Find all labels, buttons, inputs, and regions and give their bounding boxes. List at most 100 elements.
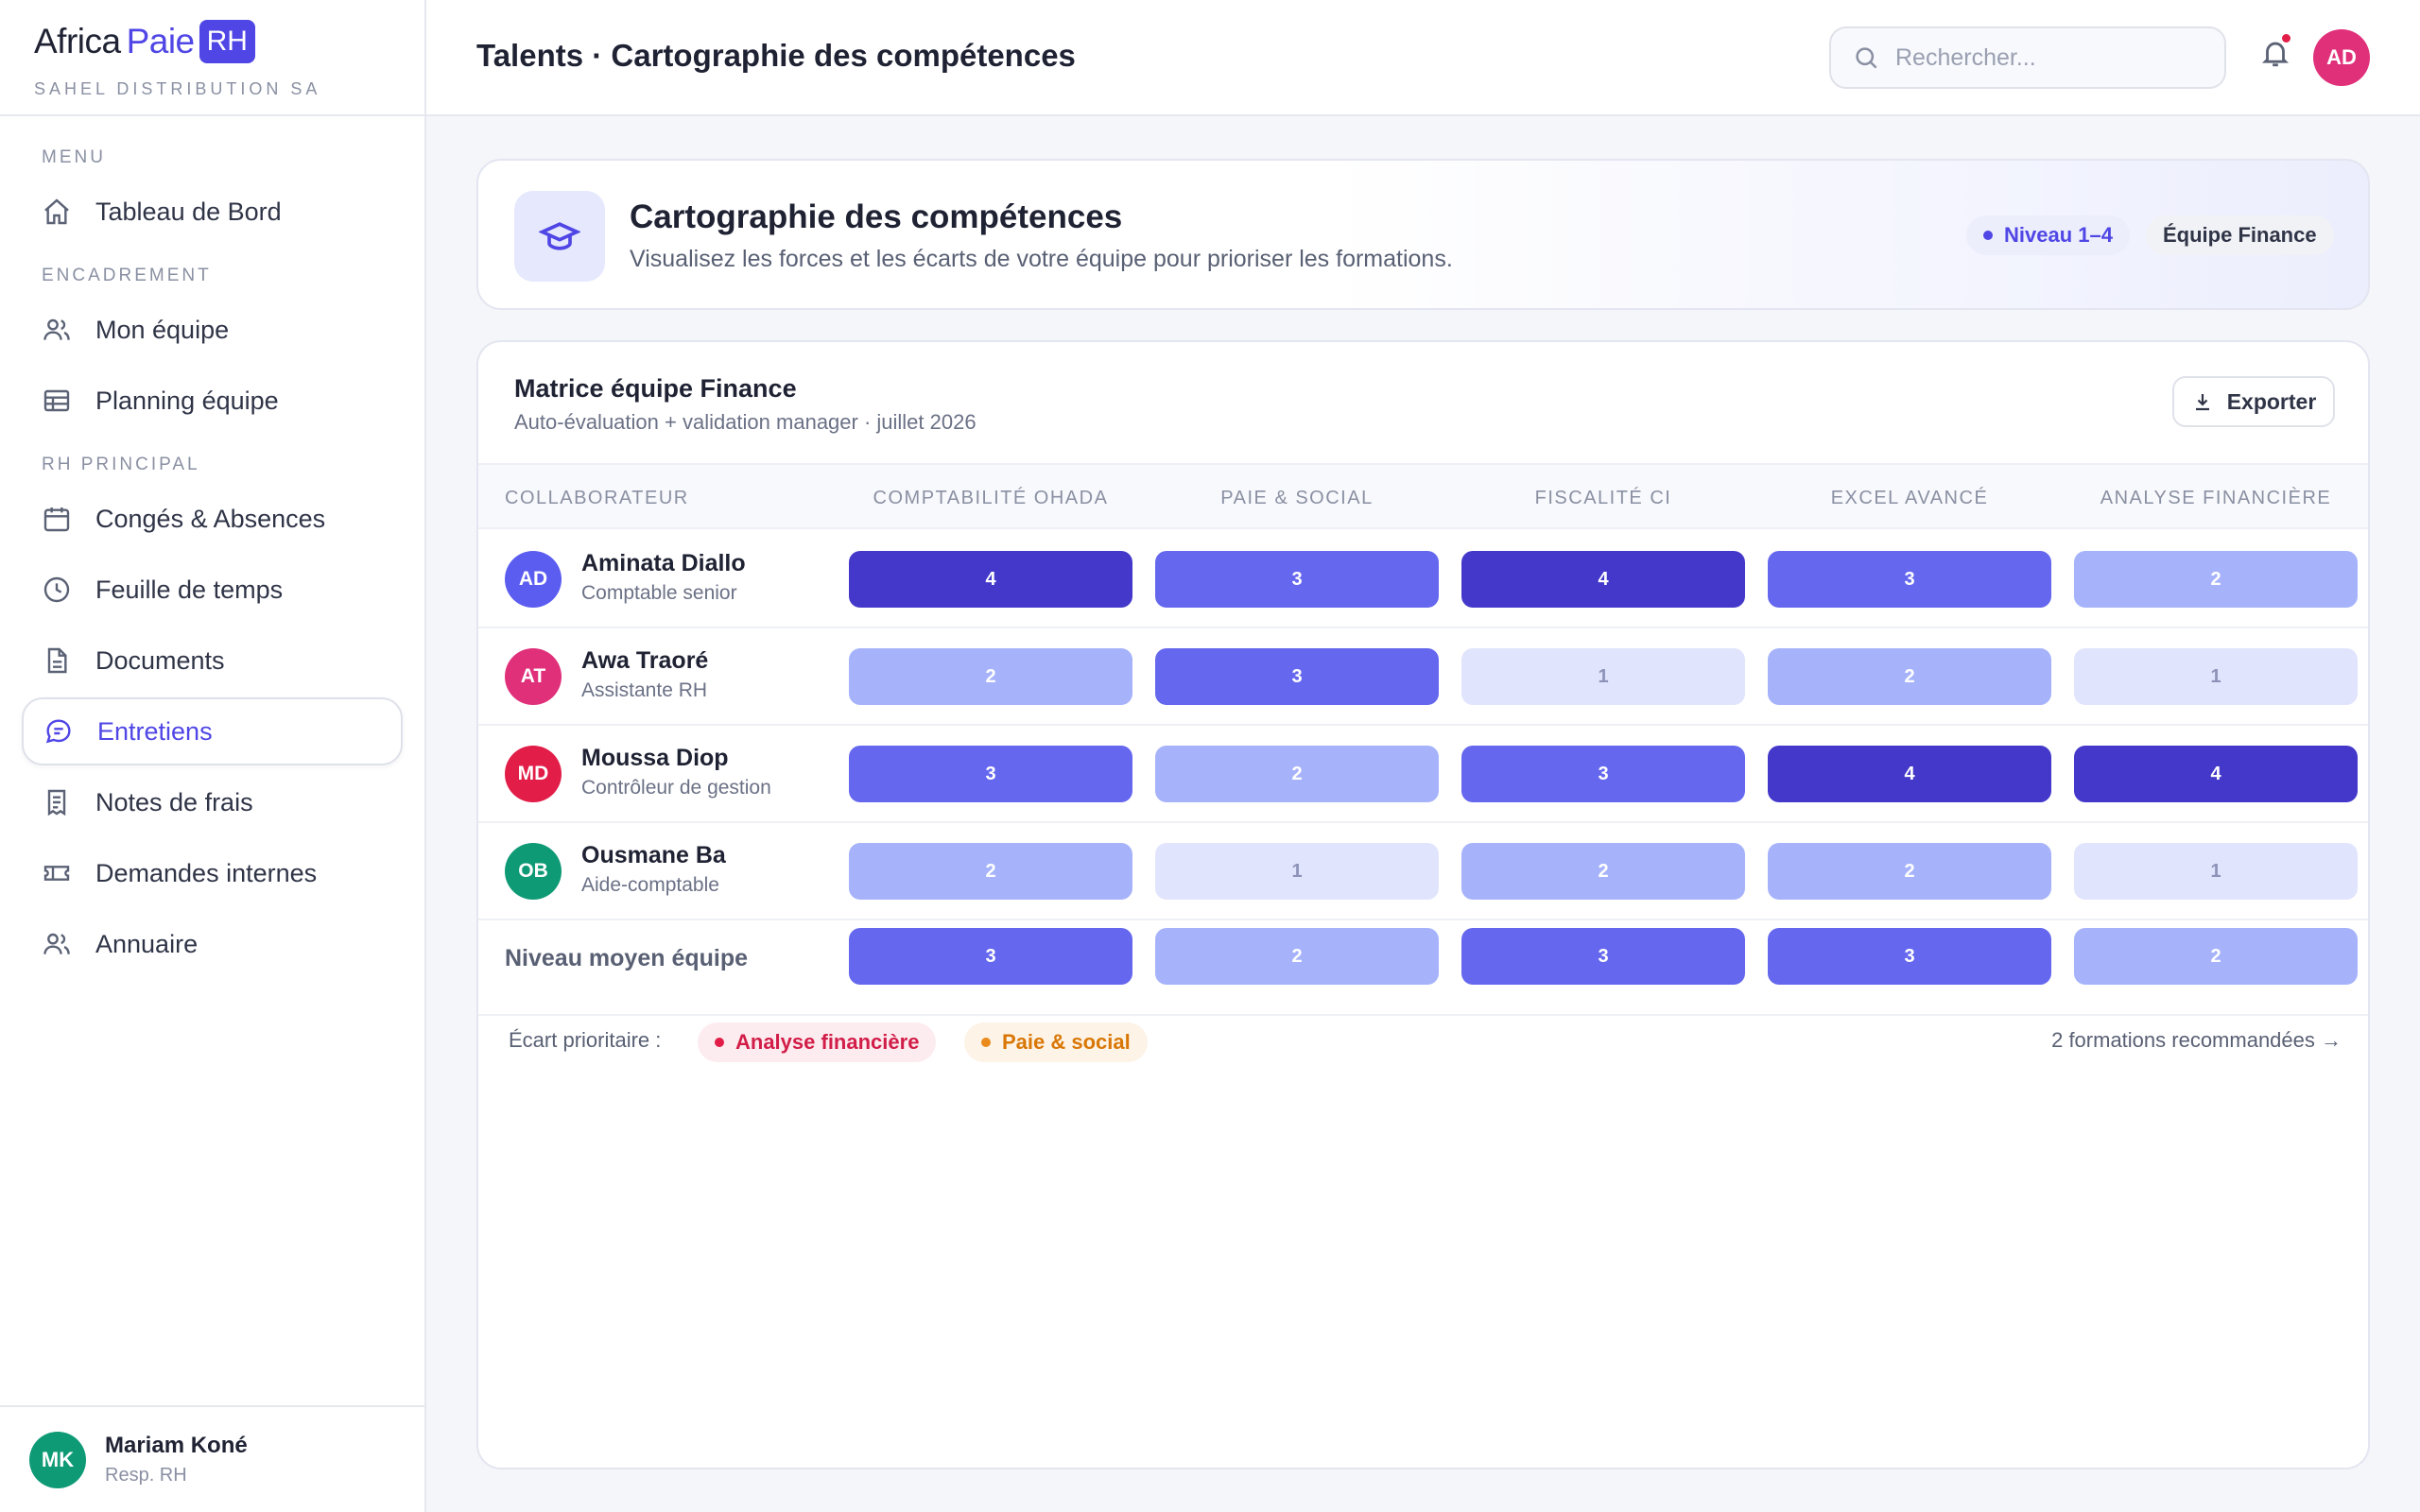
sidebar-item-label: Documents [95, 645, 225, 675]
skill-level-cell[interactable]: 2 [1155, 746, 1439, 802]
table-row[interactable]: AD Aminata Diallo Comptable senior 4 3 4 3 2 [478, 531, 2368, 628]
search-box[interactable] [1829, 26, 2226, 89]
receipt-icon [41, 786, 73, 818]
average-level-cell: 2 [2074, 928, 2358, 985]
sidebar-item-notes-de-frais[interactable]: Notes de frais [22, 768, 403, 836]
notification-button[interactable] [2255, 32, 2296, 74]
sidebar-item-tableau-de-bord[interactable]: Tableau de Bord [22, 178, 403, 246]
skill-level-cell[interactable]: 4 [1768, 746, 2051, 802]
sidebar: Africa Paie RH SAHEL DISTRIBUTION SA MEN… [0, 0, 426, 1512]
column-header[interactable]: ANALYSE FINANCIÈRE [2074, 488, 2358, 509]
sidebar-item-label: Entretiens [97, 716, 213, 746]
skill-level-cell[interactable]: 1 [1461, 648, 1745, 705]
employee-role: Comptable senior [581, 582, 737, 604]
skill-level-cell[interactable]: 3 [1768, 551, 2051, 608]
gap-label: Écart prioritaire : [509, 1028, 662, 1052]
avatar: MD [505, 746, 562, 802]
sidebar-item-annuaire[interactable]: Annuaire [22, 910, 403, 978]
matrix-header: COLLABORATEUR COMPTABILITÉ OHADA PAIE & … [478, 463, 2368, 529]
table-row[interactable]: AT Awa Traoré Assistante RH 2 3 1 2 1 [478, 628, 2368, 726]
sidebar-item-entretiens[interactable]: Entretiens [22, 697, 403, 765]
brand: Africa Paie RH SAHEL DISTRIBUTION SA [0, 0, 424, 116]
company-name: SAHEL DISTRIBUTION SA [34, 79, 321, 98]
section-title: Cartographie des compétences [630, 198, 1123, 235]
skill-level-cell[interactable]: 2 [1768, 843, 2051, 900]
home-icon [41, 196, 73, 228]
column-header[interactable]: FISCALITÉ CI [1461, 488, 1745, 509]
skill-level-cell[interactable]: 4 [2074, 746, 2358, 802]
skill-level-cell[interactable]: 2 [1768, 648, 2051, 705]
gap-chip-label: Analyse financière [735, 1030, 920, 1054]
user-meta: Mariam Koné Resp. RH [105, 1433, 248, 1486]
skill-level-cell[interactable]: 3 [849, 746, 1132, 802]
table-row[interactable]: MD Moussa Diop Contrôleur de gestion 3 2 3 4 4 [478, 726, 2368, 823]
page-title: Talents · Cartographie des compétences [476, 38, 1076, 73]
employee-role: Contrôleur de gestion [581, 777, 771, 799]
team-average-row: Niveau moyen équipe 32332 [478, 919, 2368, 1016]
column-header[interactable]: PAIE & SOCIAL [1155, 488, 1439, 509]
sidebar-item-label: Annuaire [95, 929, 199, 958]
recommended-trainings-link[interactable]: 2 formations recommandées → [2051, 1028, 2342, 1053]
skill-level-cell[interactable]: 1 [2074, 648, 2358, 705]
sidebar-item-conges-absences[interactable]: Congés & Absences [22, 485, 403, 553]
avatar[interactable]: AD [2313, 29, 2370, 86]
app-logo[interactable]: Africa Paie RH [34, 17, 424, 66]
section-subtitle: Visualisez les forces et les écarts de v… [630, 246, 1453, 272]
skills-matrix-card: Matrice équipe Finance Auto-évaluation +… [476, 340, 2370, 1469]
skill-level-cell[interactable]: 4 [849, 551, 1132, 608]
search-input[interactable] [1895, 43, 2207, 72]
graduation-cap-icon [514, 191, 605, 282]
dot-icon [1983, 231, 1993, 240]
ticket-icon [41, 857, 73, 889]
skill-level-cell[interactable]: 2 [1461, 843, 1745, 900]
logo-rh-badge: RH [199, 20, 255, 63]
current-user[interactable]: MK Mariam Koné Resp. RH [0, 1405, 424, 1512]
chat-icon [43, 715, 75, 747]
user-name: Mariam Koné [105, 1433, 248, 1458]
column-header[interactable]: EXCEL AVANCÉ [1768, 488, 2051, 509]
employee-name: Moussa Diop [581, 745, 729, 771]
skill-level-cell[interactable]: 1 [2074, 843, 2358, 900]
gap-chip-analyse-financiere[interactable]: Analyse financière [698, 1022, 937, 1062]
users-icon [41, 314, 73, 346]
nav-section-menu: MENU [42, 147, 106, 167]
sidebar-item-mon-equipe[interactable]: Mon équipe [22, 296, 403, 364]
skill-level-cell[interactable]: 2 [849, 843, 1132, 900]
skill-level-cell[interactable]: 3 [1155, 648, 1439, 705]
team-badge: Équipe Finance [2146, 215, 2334, 255]
employee-name: Aminata Diallo [581, 550, 746, 576]
sidebar-item-planning-equipe[interactable]: Planning équipe [22, 367, 403, 435]
export-button[interactable]: Exporter [2172, 376, 2335, 427]
topbar: Talents · Cartographie des compétences A… [426, 0, 2420, 116]
skill-level-cell[interactable]: 3 [1155, 551, 1439, 608]
average-label: Niveau moyen équipe [505, 945, 749, 971]
dot-icon [981, 1038, 991, 1047]
average-level-cell: 2 [1155, 928, 1439, 985]
sidebar-item-label: Tableau de Bord [95, 197, 282, 226]
column-header: COLLABORATEUR [505, 488, 689, 508]
skill-level-cell[interactable]: 2 [849, 648, 1132, 705]
table-row[interactable]: OB Ousmane Ba Aide-comptable 2 1 2 2 1 [478, 823, 2368, 920]
nav-section-rh-principal: RH PRINCIPAL [42, 455, 200, 474]
sidebar-item-demandes-internes[interactable]: Demandes internes [22, 839, 403, 907]
average-level-cell: 3 [1461, 928, 1745, 985]
avatar: OB [505, 843, 562, 900]
skill-level-cell[interactable]: 4 [1461, 551, 1745, 608]
calendar-icon [41, 503, 73, 535]
directory-icon [41, 928, 73, 960]
sidebar-nav: MENU Tableau de Bord ENCADREMENT Mon équ… [0, 116, 424, 978]
sidebar-item-documents[interactable]: Documents [22, 627, 403, 695]
skill-level-cell[interactable]: 2 [2074, 551, 2358, 608]
nav-section-encadrement: ENCADREMENT [42, 266, 212, 285]
skill-level-cell[interactable]: 3 [1461, 746, 1745, 802]
sidebar-item-label: Planning équipe [95, 386, 279, 415]
gap-chip-paie-social[interactable]: Paie & social [964, 1022, 1148, 1062]
skill-level-cell[interactable]: 1 [1155, 843, 1439, 900]
page-header-card: Cartographie des compétences Visualisez … [476, 159, 2370, 310]
sidebar-item-feuille-de-temps[interactable]: Feuille de temps [22, 556, 403, 624]
logo-paie: Paie [126, 22, 196, 60]
sidebar-item-label: Notes de frais [95, 787, 253, 816]
employee-role: Aide-comptable [581, 874, 719, 896]
employee-name: Ousmane Ba [581, 842, 726, 868]
column-header[interactable]: COMPTABILITÉ OHADA [849, 488, 1132, 509]
